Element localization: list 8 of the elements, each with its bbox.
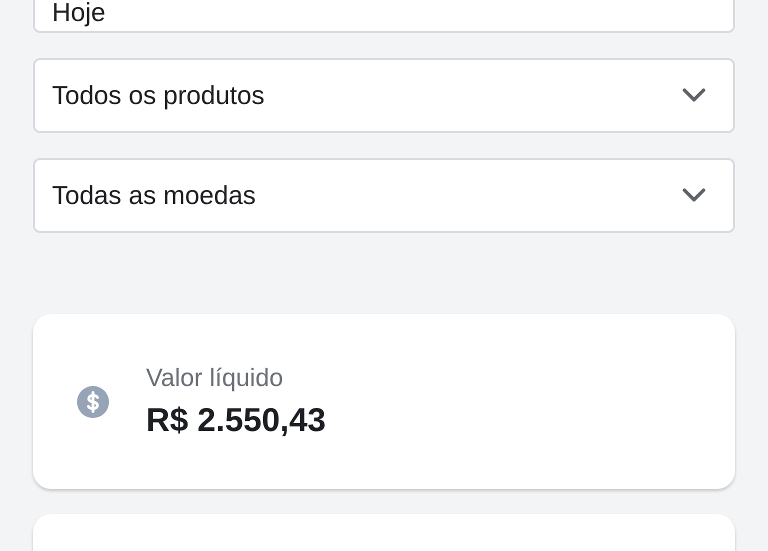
- card-label: Valor líquido: [146, 364, 284, 393]
- chevron-down-icon: [681, 187, 707, 204]
- dropdown-field[interactable]: Todos os produtos: [33, 58, 735, 133]
- dollar-icon: [77, 386, 109, 418]
- chevron-down-icon: [681, 87, 707, 104]
- card-value: R$ 2.550,43: [146, 401, 326, 439]
- dropdown-field[interactable]: Todas as moedas: [33, 158, 735, 233]
- dropdown-field[interactable]: Hoje: [33, 0, 735, 33]
